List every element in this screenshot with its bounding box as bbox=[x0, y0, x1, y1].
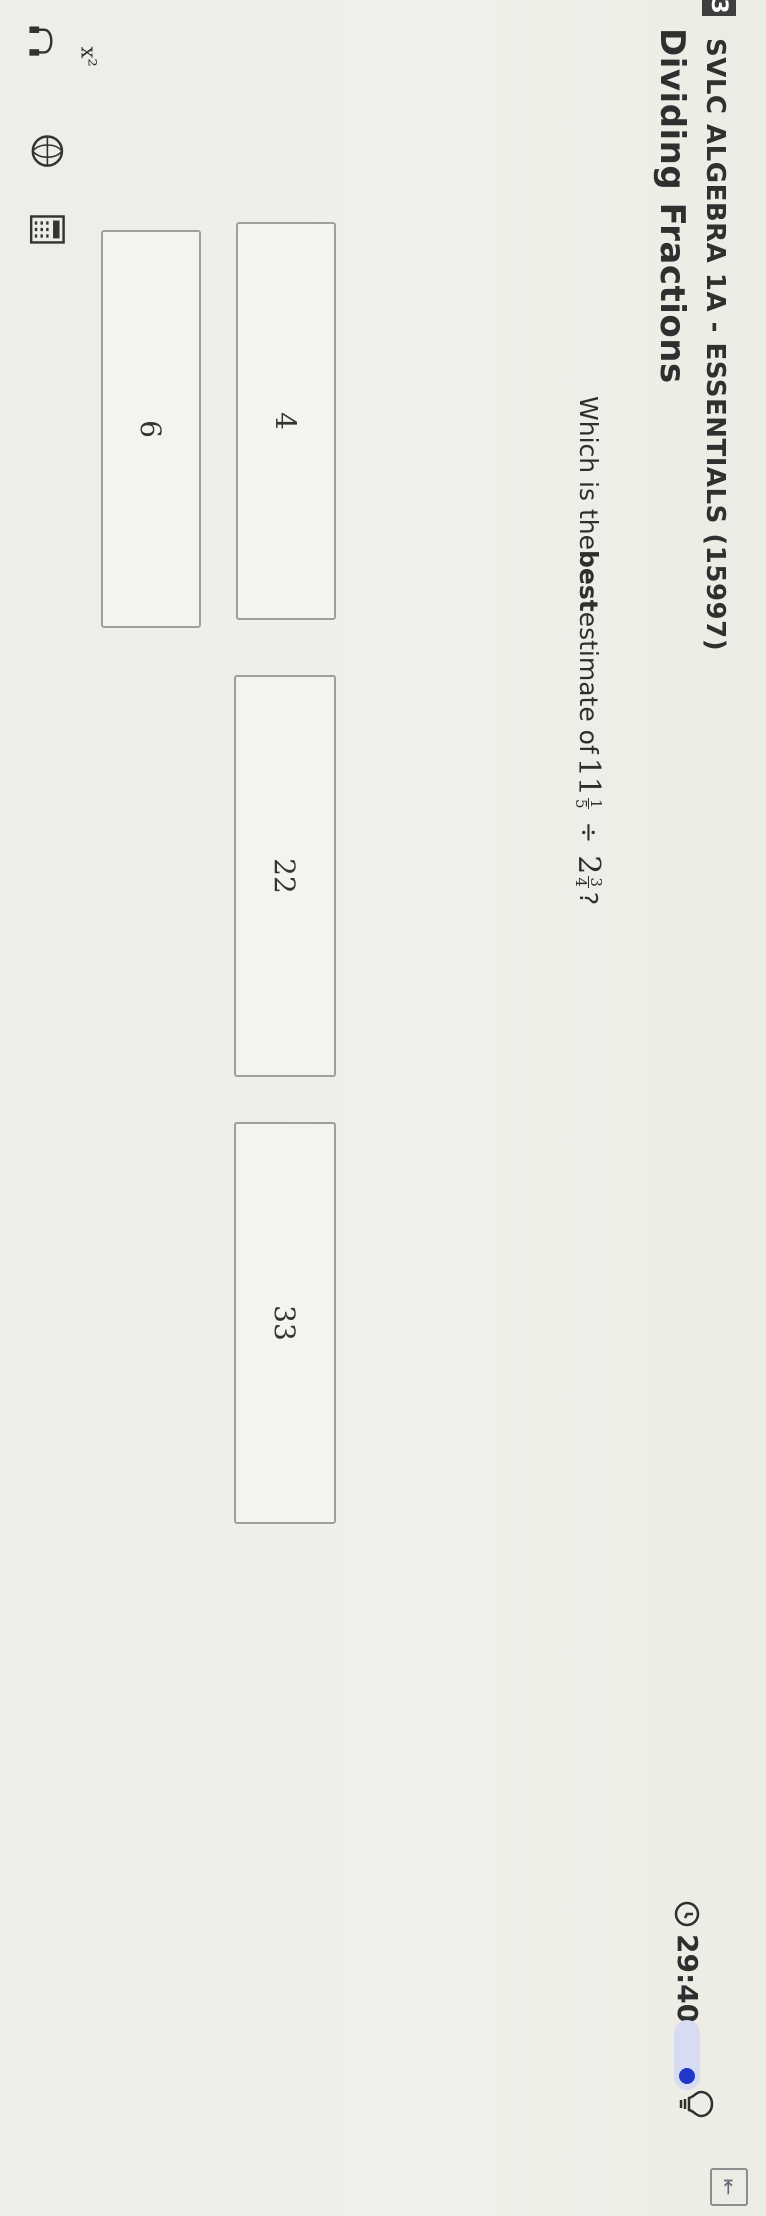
question-text: Which is the best estimate of 11 1 5 ÷ 2… bbox=[571, 396, 606, 905]
dividend-denominator: 5 bbox=[572, 798, 590, 809]
divisor-fraction: 3 4 bbox=[572, 876, 605, 888]
mixed-number-divisor: 2 3 4 bbox=[571, 855, 606, 888]
timer: 29:40 bbox=[671, 1900, 704, 2023]
division-operator: ÷ bbox=[573, 821, 604, 844]
headphones-icon[interactable] bbox=[22, 20, 66, 80]
question-suffix: ? bbox=[574, 891, 603, 906]
choice-label: 6 bbox=[134, 420, 168, 438]
answer-choice-b[interactable]: 22 bbox=[234, 675, 336, 1077]
dividend-fraction: 1 5 bbox=[572, 797, 605, 810]
divisor-denominator: 4 bbox=[572, 877, 590, 887]
lesson-screen: 3 SVLC ALGEBRA 1A - ESSENTIALS (15997) D… bbox=[0, 0, 766, 2216]
divisor-numerator: 3 bbox=[587, 876, 605, 888]
reference-sheet-icon[interactable]: ⇤ bbox=[710, 2168, 748, 2206]
answer-choice-c[interactable]: 33 bbox=[234, 1122, 336, 1524]
translate-globe-icon[interactable] bbox=[22, 130, 76, 190]
question-emphasis: best bbox=[574, 550, 603, 612]
choice-label: 22 bbox=[268, 858, 302, 894]
question-middle: estimate of bbox=[574, 611, 603, 754]
answer-choice-a[interactable]: 4 bbox=[236, 222, 336, 620]
formula-icon[interactable]: x² bbox=[66, 40, 116, 100]
calculator-icon[interactable] bbox=[22, 210, 76, 270]
header: 3 SVLC ALGEBRA 1A - ESSENTIALS (15997) D… bbox=[566, 0, 766, 2216]
divisor-whole: 2 bbox=[571, 855, 606, 875]
timer-toggle[interactable] bbox=[674, 2020, 700, 2090]
tool-sidebar: x² bbox=[0, 0, 766, 244]
svg-text:x²: x² bbox=[76, 46, 101, 66]
dividend-numerator: 1 bbox=[587, 797, 605, 810]
lightbulb-icon[interactable] bbox=[676, 2082, 720, 2126]
choice-label: 33 bbox=[268, 1305, 302, 1341]
timer-value: 29:40 bbox=[671, 1934, 704, 2024]
dividend-whole: 11 bbox=[571, 757, 606, 796]
choice-label: 4 bbox=[269, 412, 303, 430]
mixed-number-dividend: 11 1 5 bbox=[571, 758, 606, 810]
answer-choice-d[interactable]: 6 bbox=[101, 230, 201, 628]
question-prefix: Which is the bbox=[574, 396, 603, 550]
clock-icon bbox=[675, 1901, 700, 1927]
